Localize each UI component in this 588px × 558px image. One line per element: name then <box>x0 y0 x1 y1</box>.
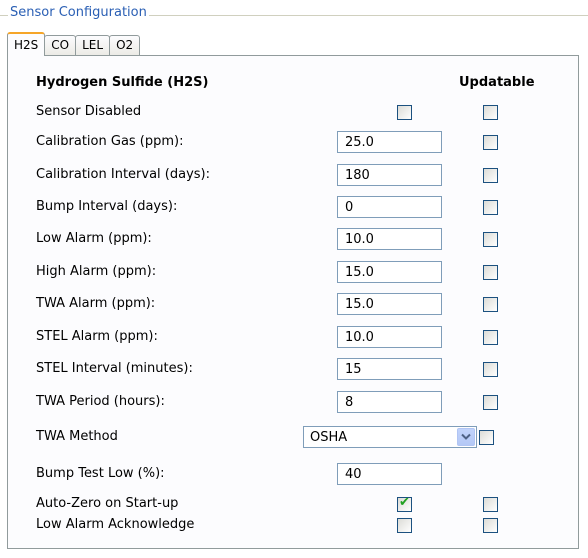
tab-lel[interactable]: LEL <box>75 35 111 55</box>
auto-zero-label: Auto-Zero on Start-up <box>36 496 179 511</box>
bump-test-low-label: Bump Test Low (%): <box>36 466 165 481</box>
updatable-header: Updatable <box>459 75 535 90</box>
low-alarm-ack-row: Low Alarm Acknowledge <box>36 514 556 536</box>
stel-alarm-label: STEL Alarm (ppm): <box>36 329 158 344</box>
stel-interval-row: STEL Interval (minutes): 15 <box>36 358 556 380</box>
tab-strip: H2S CO LEL O2 <box>7 32 141 56</box>
stel-interval-updatable-checkbox[interactable] <box>483 362 498 377</box>
panel-heading: Hydrogen Sulfide (H2S) <box>36 75 209 90</box>
dropdown-button[interactable] <box>457 428 475 446</box>
low-alarm-row: Low Alarm (ppm): 10.0 <box>36 228 556 250</box>
twa-method-label: TWA Method <box>36 429 118 444</box>
stel-interval-input[interactable]: 15 <box>337 358 442 380</box>
tab-panel-h2s: Hydrogen Sulfide (H2S) Updatable Sensor … <box>7 55 579 549</box>
twa-alarm-input[interactable]: 15.0 <box>337 293 442 315</box>
high-alarm-updatable-checkbox[interactable] <box>483 265 498 280</box>
bump-interval-row: Bump Interval (days): 0 <box>36 196 556 218</box>
twa-alarm-label: TWA Alarm (ppm): <box>36 296 156 311</box>
low-alarm-label: Low Alarm (ppm): <box>36 231 152 246</box>
stel-alarm-updatable-checkbox[interactable] <box>483 330 498 345</box>
twa-period-input[interactable]: 8 <box>337 391 442 413</box>
low-alarm-ack-checkbox[interactable] <box>397 518 412 533</box>
twa-alarm-updatable-checkbox[interactable] <box>483 297 498 312</box>
twa-period-label: TWA Period (hours): <box>36 394 165 409</box>
low-alarm-updatable-checkbox[interactable] <box>483 232 498 247</box>
sensor-disabled-row: Sensor Disabled <box>36 101 556 123</box>
bump-interval-updatable-checkbox[interactable] <box>483 200 498 215</box>
auto-zero-row: Auto-Zero on Start-up ✔ <box>36 493 556 515</box>
twa-method-row: TWA Method OSHA <box>36 426 556 448</box>
auto-zero-updatable-checkbox[interactable] <box>483 497 498 512</box>
twa-method-value: OSHA <box>310 430 348 445</box>
chevron-down-icon <box>461 433 471 440</box>
stel-interval-label: STEL Interval (minutes): <box>36 361 193 376</box>
calibration-interval-label: Calibration Interval (days): <box>36 167 210 182</box>
low-alarm-input[interactable]: 10.0 <box>337 228 442 250</box>
twa-method-select[interactable]: OSHA <box>303 426 477 448</box>
header-row: Hydrogen Sulfide (H2S) Updatable <box>36 72 556 94</box>
stel-alarm-input[interactable]: 10.0 <box>337 326 442 348</box>
bump-test-low-row: Bump Test Low (%): 40 <box>36 463 556 485</box>
calibration-gas-updatable-checkbox[interactable] <box>483 135 498 150</box>
high-alarm-row: High Alarm (ppm): 15.0 <box>36 261 556 283</box>
low-alarm-ack-label: Low Alarm Acknowledge <box>36 517 195 532</box>
calibration-interval-updatable-checkbox[interactable] <box>483 168 498 183</box>
tab-o2[interactable]: O2 <box>109 35 141 55</box>
twa-period-row: TWA Period (hours): 8 <box>36 391 556 413</box>
calibration-gas-label: Calibration Gas (ppm): <box>36 134 184 149</box>
bump-interval-input[interactable]: 0 <box>337 196 442 218</box>
stel-alarm-row: STEL Alarm (ppm): 10.0 <box>36 326 556 348</box>
sensor-disabled-checkbox[interactable] <box>397 105 412 120</box>
calibration-gas-row: Calibration Gas (ppm): 25.0 <box>36 131 556 153</box>
tab-h2s[interactable]: H2S <box>7 32 46 56</box>
bump-interval-label: Bump Interval (days): <box>36 199 178 214</box>
low-alarm-ack-updatable-checkbox[interactable] <box>483 518 498 533</box>
calibration-interval-input[interactable]: 180 <box>337 164 442 186</box>
sensor-disabled-updatable-checkbox[interactable] <box>483 105 498 120</box>
auto-zero-checkbox[interactable]: ✔ <box>397 495 412 512</box>
calibration-gas-input[interactable]: 25.0 <box>337 131 442 153</box>
checkmark-icon: ✔ <box>399 495 410 510</box>
tab-co[interactable]: CO <box>44 35 77 55</box>
calibration-interval-row: Calibration Interval (days): 180 <box>36 164 556 186</box>
twa-method-updatable-checkbox[interactable] <box>479 430 494 445</box>
bump-test-low-input[interactable]: 40 <box>337 463 442 485</box>
high-alarm-label: High Alarm (ppm): <box>36 264 157 279</box>
sensor-disabled-label: Sensor Disabled <box>36 104 142 119</box>
twa-period-updatable-checkbox[interactable] <box>483 395 498 410</box>
group-title: Sensor Configuration <box>8 5 149 20</box>
twa-alarm-row: TWA Alarm (ppm): 15.0 <box>36 293 556 315</box>
high-alarm-input[interactable]: 15.0 <box>337 261 442 283</box>
